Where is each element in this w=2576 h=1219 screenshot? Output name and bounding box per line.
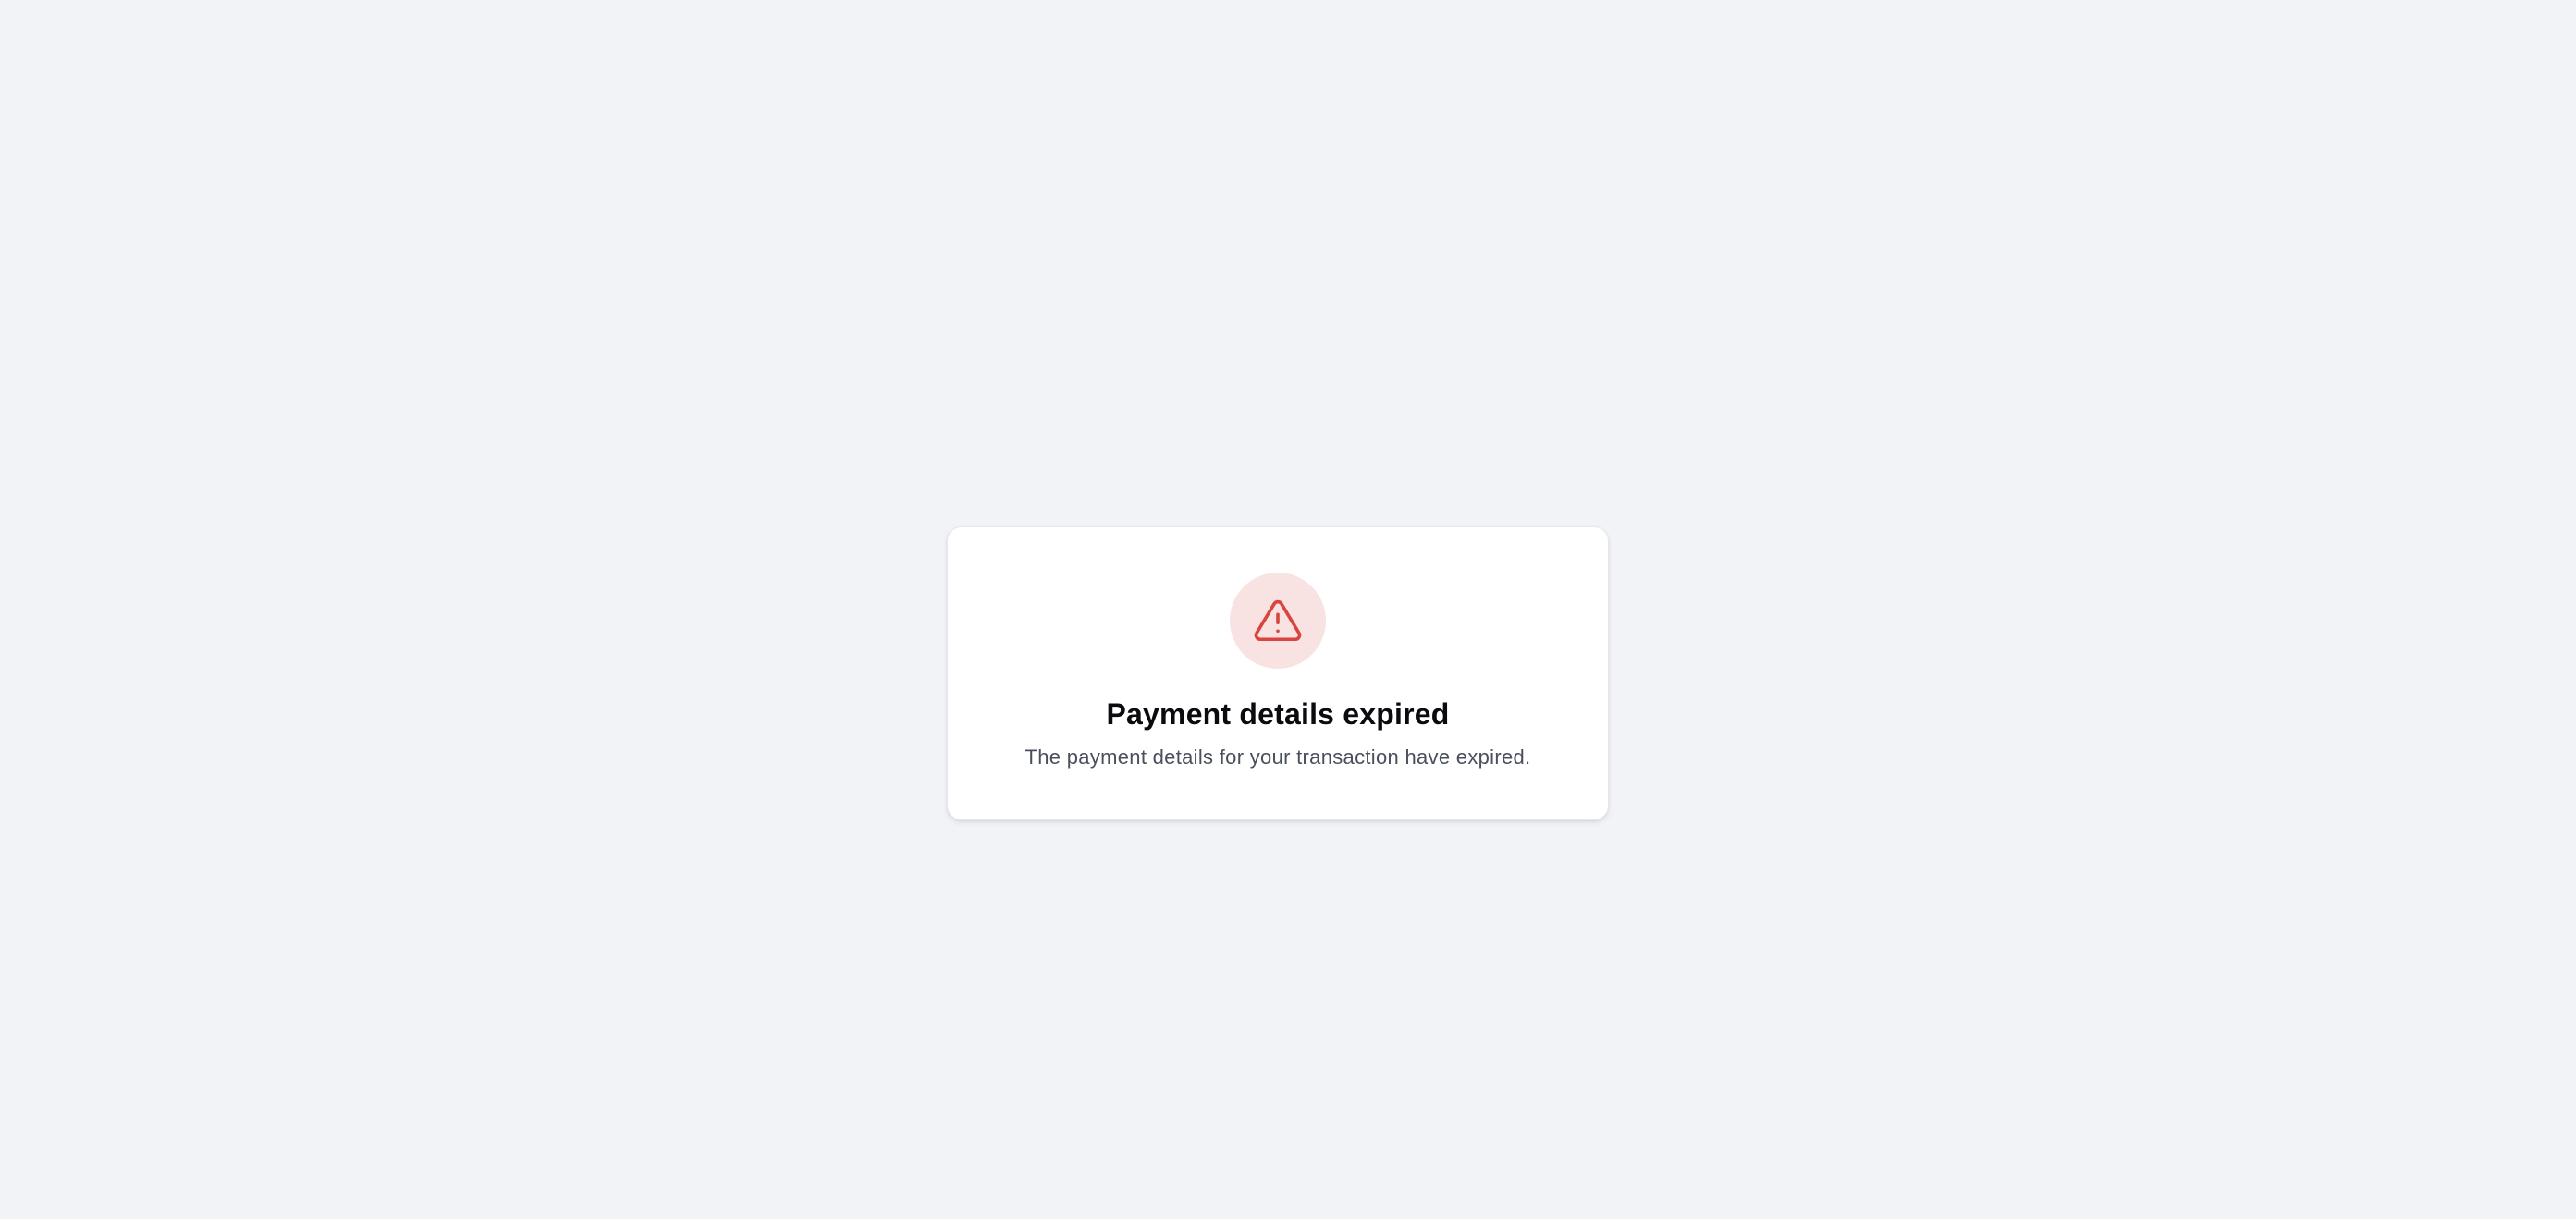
page: Payment details expired The payment deta… [0,0,2576,1219]
status-title: Payment details expired [1106,697,1450,731]
warning-triangle-icon [1254,599,1302,642]
status-card: Payment details expired The payment deta… [947,526,1609,820]
status-message: The payment details for your transaction… [1024,745,1531,769]
icon-badge [1230,573,1326,669]
